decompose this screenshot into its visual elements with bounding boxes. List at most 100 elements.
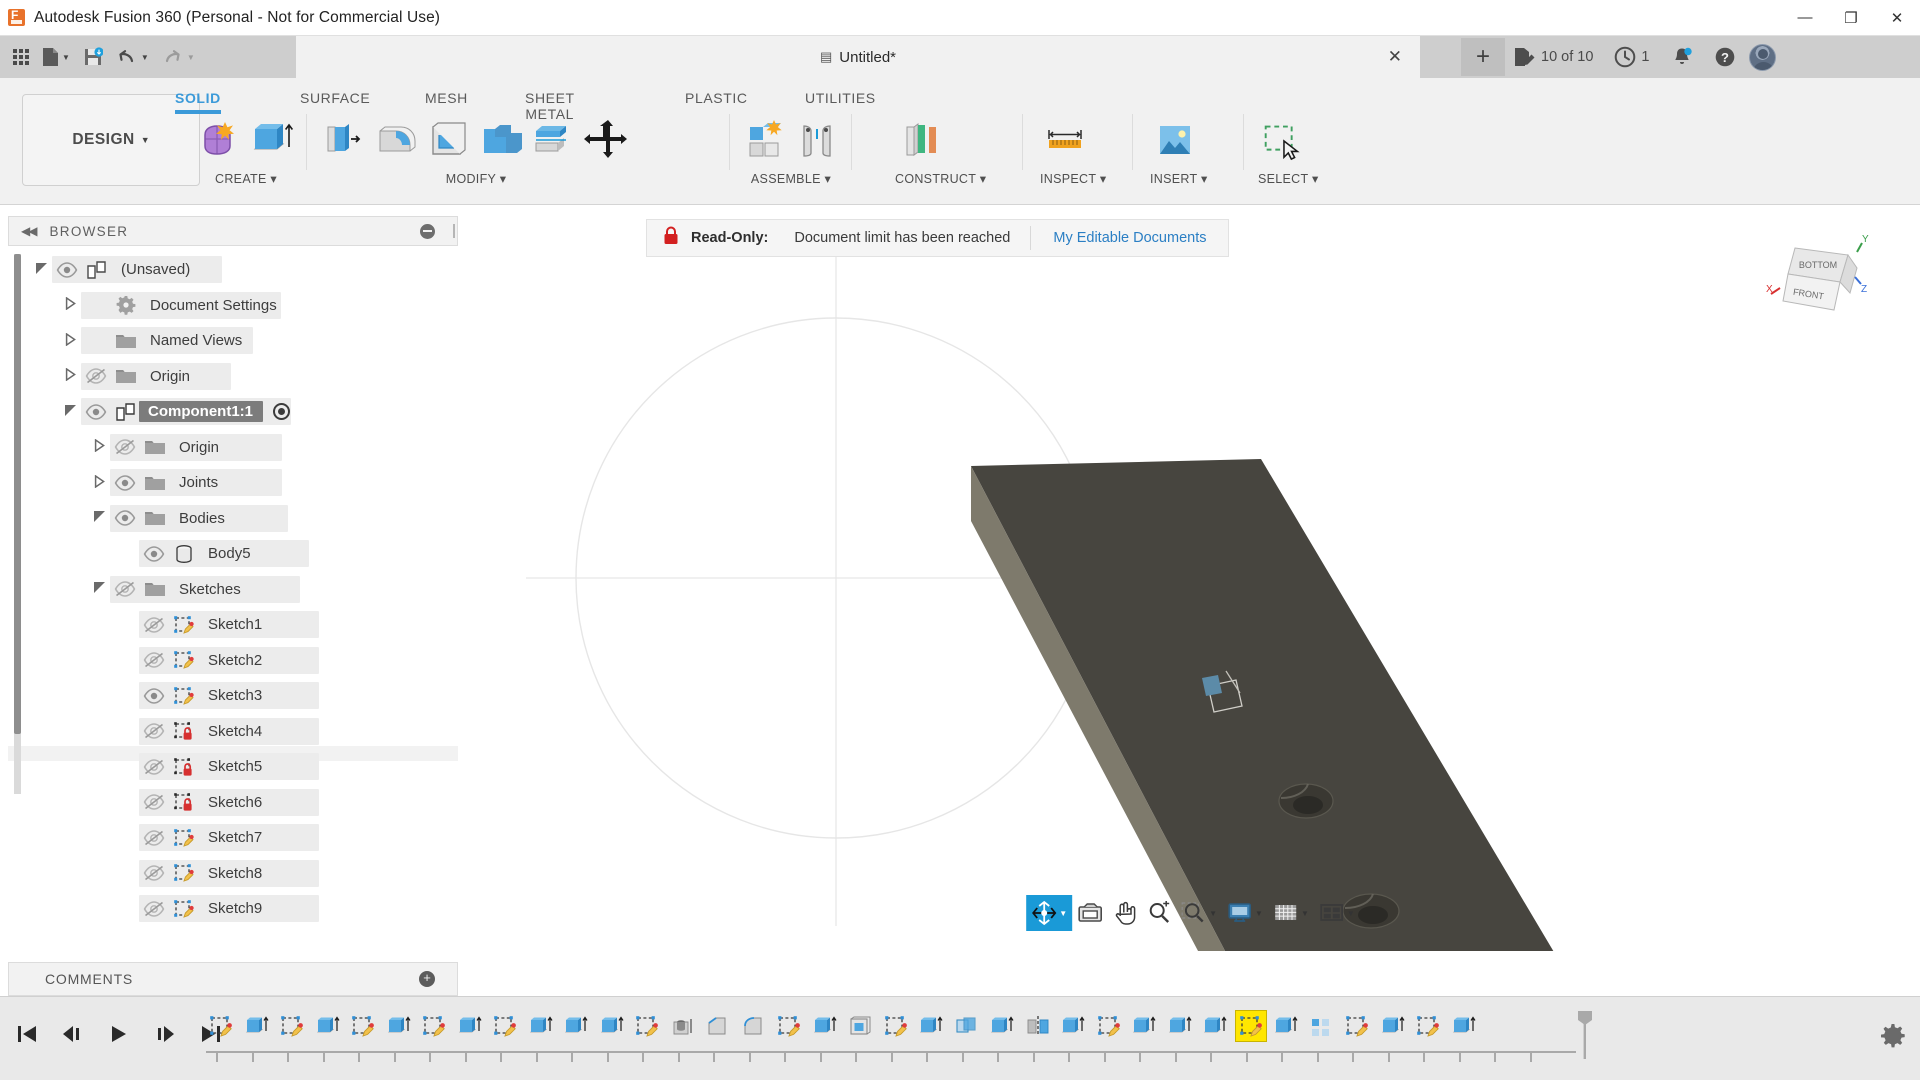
tree-item-sketch4[interactable]: Sketch4 bbox=[30, 714, 458, 750]
visibility-toggle[interactable] bbox=[81, 368, 111, 385]
tree-item-sketch3[interactable]: Sketch3 bbox=[30, 678, 458, 714]
timeline-feature-1[interactable] bbox=[206, 1011, 236, 1041]
close-document-icon[interactable]: ✕ bbox=[1388, 47, 1402, 67]
help-button[interactable]: ? bbox=[1706, 40, 1744, 74]
timeline-feature-11[interactable] bbox=[561, 1011, 591, 1041]
scale-icon[interactable] bbox=[526, 114, 576, 166]
timeline-feature-3[interactable] bbox=[277, 1011, 307, 1041]
tree-item-joints[interactable]: Joints bbox=[30, 465, 458, 501]
timeline-feature-6[interactable] bbox=[384, 1011, 414, 1041]
timeline-feature-29[interactable] bbox=[1200, 1011, 1230, 1041]
timeline-feature-8[interactable] bbox=[455, 1011, 485, 1041]
timeline-feature-31[interactable] bbox=[1271, 1011, 1301, 1041]
tree-item-unsaved[interactable]: (Unsaved) bbox=[30, 252, 458, 288]
document-tab[interactable]: ▤ Untitled* ✕ bbox=[296, 36, 1420, 78]
tree-item-origin[interactable]: Origin bbox=[30, 430, 458, 466]
timeline-feature-33[interactable] bbox=[1342, 1011, 1372, 1041]
expand-arrow[interactable] bbox=[88, 474, 110, 491]
expand-arrow[interactable] bbox=[88, 438, 110, 455]
fillet-icon[interactable] bbox=[370, 114, 420, 166]
timeline-feature-7[interactable] bbox=[419, 1011, 449, 1041]
extrude-icon[interactable] bbox=[247, 114, 297, 166]
timeline-settings-gear-icon[interactable] bbox=[1880, 1023, 1906, 1054]
move-copy-icon[interactable] bbox=[578, 114, 634, 166]
panel-label-assemble[interactable]: ASSEMBLE ▾ bbox=[740, 171, 842, 186]
timeline-feature-35[interactable] bbox=[1413, 1011, 1443, 1041]
editable-documents-counter[interactable]: 10 of 10 bbox=[1505, 40, 1601, 74]
minimize-button[interactable]: — bbox=[1782, 0, 1828, 36]
timeline-feature-30[interactable] bbox=[1234, 1010, 1267, 1042]
add-comment-icon[interactable]: + bbox=[419, 971, 435, 987]
tree-item-component1-1[interactable]: Component1:1 bbox=[30, 394, 458, 430]
expand-arrow[interactable] bbox=[88, 581, 110, 597]
timeline-feature-12[interactable] bbox=[597, 1011, 627, 1041]
user-avatar[interactable] bbox=[1748, 43, 1776, 71]
tree-item-sketch7[interactable]: Sketch7 bbox=[30, 820, 458, 856]
timeline-feature-13[interactable] bbox=[632, 1011, 662, 1041]
visibility-toggle[interactable] bbox=[139, 687, 169, 704]
app-grid-icon[interactable] bbox=[8, 40, 34, 74]
measure-icon[interactable] bbox=[1040, 114, 1090, 166]
panel-label-create[interactable]: CREATE ▾ bbox=[195, 171, 297, 186]
timeline-feature-18[interactable] bbox=[810, 1011, 840, 1041]
panel-label-construct[interactable]: CONSTRUCT ▾ bbox=[895, 171, 986, 186]
panel-label-insert[interactable]: INSERT ▾ bbox=[1150, 171, 1208, 186]
timeline-feature-28[interactable] bbox=[1165, 1011, 1195, 1041]
visibility-toggle[interactable] bbox=[52, 261, 82, 278]
draft-icon[interactable] bbox=[474, 114, 524, 166]
step-forward-icon[interactable] bbox=[148, 1017, 182, 1051]
visibility-toggle[interactable] bbox=[139, 652, 169, 669]
expand-arrow[interactable] bbox=[59, 404, 81, 420]
timeline-feature-19[interactable] bbox=[845, 1011, 875, 1041]
zoom-button[interactable] bbox=[1142, 895, 1176, 931]
expand-arrow[interactable] bbox=[88, 510, 110, 526]
tree-item-sketch2[interactable]: Sketch2 bbox=[30, 643, 458, 679]
shell-icon[interactable] bbox=[422, 114, 472, 166]
expand-arrow[interactable] bbox=[59, 367, 81, 384]
visibility-toggle[interactable] bbox=[139, 829, 169, 846]
panel-label-inspect[interactable]: INSPECT ▾ bbox=[1040, 171, 1106, 186]
panel-label-modify[interactable]: MODIFY ▾ bbox=[318, 171, 634, 186]
orbit-button[interactable]: ▼ bbox=[1026, 895, 1073, 931]
timeline-feature-26[interactable] bbox=[1094, 1011, 1124, 1041]
window-selection-icon[interactable] bbox=[1258, 114, 1308, 166]
timeline-feature-22[interactable] bbox=[952, 1011, 982, 1041]
timeline-feature-34[interactable] bbox=[1378, 1011, 1408, 1041]
tree-item-sketch8[interactable]: Sketch8 bbox=[30, 856, 458, 892]
expand-arrow[interactable] bbox=[59, 296, 81, 313]
tree-item-named-views[interactable]: Named Views bbox=[30, 323, 458, 359]
tree-item-body5[interactable]: Body5 bbox=[30, 536, 458, 572]
timeline-end-marker[interactable] bbox=[1575, 1009, 1595, 1066]
notifications-button[interactable] bbox=[1663, 40, 1701, 74]
timeline-feature-23[interactable] bbox=[987, 1011, 1017, 1041]
maximize-button[interactable]: ❐ bbox=[1828, 0, 1874, 36]
view-cube[interactable]: BOTTOM FRONT X Y Z bbox=[1762, 230, 1872, 340]
timeline-feature-16[interactable] bbox=[739, 1011, 769, 1041]
visibility-toggle[interactable] bbox=[139, 794, 169, 811]
minimize-panel-icon[interactable] bbox=[420, 223, 435, 239]
visibility-toggle[interactable] bbox=[110, 439, 140, 456]
offset-plane-icon[interactable] bbox=[895, 114, 945, 166]
grid-snaps-button[interactable]: ▼ bbox=[1268, 895, 1314, 931]
tree-item-origin[interactable]: Origin bbox=[30, 359, 458, 395]
timeline-feature-27[interactable] bbox=[1129, 1011, 1159, 1041]
joint-icon[interactable] bbox=[792, 114, 842, 166]
tree-item-sketch1[interactable]: Sketch1 bbox=[30, 607, 458, 643]
undo-button[interactable]: ▼ bbox=[111, 40, 154, 74]
display-settings-button[interactable]: ▼ bbox=[1222, 895, 1268, 931]
comments-panel[interactable]: COMMENTS + bbox=[8, 962, 458, 996]
timeline-feature-17[interactable] bbox=[774, 1011, 804, 1041]
timeline-feature-9[interactable] bbox=[490, 1011, 520, 1041]
new-component-icon[interactable] bbox=[740, 114, 790, 166]
save-button[interactable] bbox=[78, 40, 108, 74]
close-button[interactable]: ✕ bbox=[1874, 0, 1920, 36]
timeline-feature-4[interactable] bbox=[313, 1011, 343, 1041]
version-history-button[interactable]: 1 bbox=[1606, 40, 1657, 74]
visibility-toggle[interactable] bbox=[139, 758, 169, 775]
insert-image-icon[interactable] bbox=[1150, 114, 1200, 166]
visibility-toggle[interactable] bbox=[139, 616, 169, 633]
tree-item-bodies[interactable]: Bodies bbox=[30, 501, 458, 537]
panel-label-select[interactable]: SELECT ▾ bbox=[1258, 171, 1319, 186]
timeline-feature-20[interactable] bbox=[881, 1011, 911, 1041]
look-at-button[interactable] bbox=[1072, 895, 1108, 931]
